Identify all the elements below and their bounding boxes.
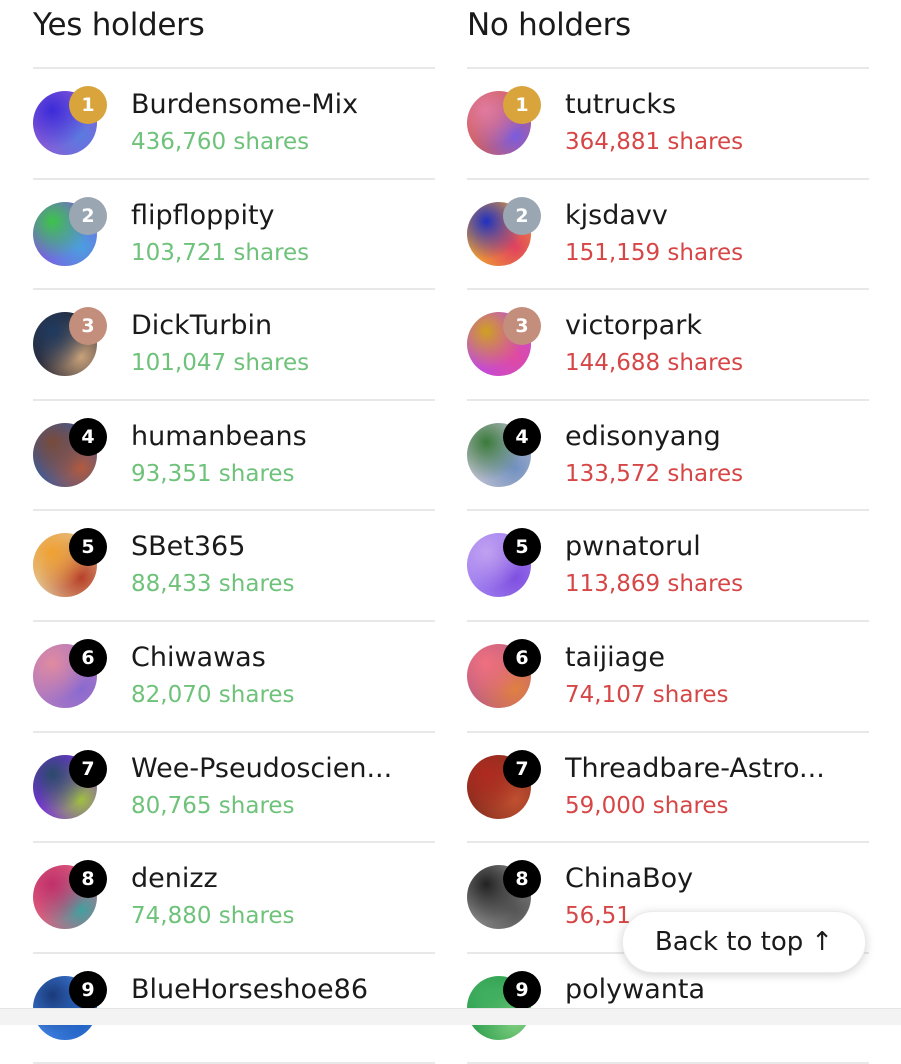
holder-row[interactable]: 2 kjsdavv 151,159 shares [467,180,869,291]
yes-holders-list: 1 Burdensome-Mix 436,760 shares 2 flipfloppi… [33,69,435,1064]
holder-row[interactable]: 7 Wee-Pseudoscien... 80,765 shares [33,733,435,844]
holder-name[interactable]: ChinaBoy [565,863,693,894]
holder-name[interactable]: DickTurbin [131,310,272,341]
holder-name[interactable]: Wee-Pseudoscien... [131,753,392,784]
back-to-top-button[interactable]: Back to top ↑ [622,911,866,973]
rank-badge: 9 [69,970,107,1009]
holder-shares: 74,107 shares [565,681,729,708]
holder-row[interactable]: 5 SBet365 88,433 shares [33,511,435,622]
holder-row[interactable]: 3 DickTurbin 101,047 shares [33,290,435,401]
holder-name[interactable]: humanbeans [131,421,307,452]
rank-badge: 2 [69,196,107,235]
holder-name[interactable]: SBet365 [131,531,245,562]
holder-shares: 93,351 shares [131,460,295,487]
no-holders-title: No holders [467,0,869,69]
rank-badge: 9 [503,970,541,1009]
holder-shares: 74,880 shares [131,903,295,930]
holder-row[interactable]: 5 pwnatorul 113,869 shares [467,511,869,622]
rank-badge: 3 [69,307,107,346]
holder-name[interactable]: taijiage [565,642,665,673]
holder-shares: 88,433 shares [131,571,295,598]
holder-row[interactable]: 8 denizz 74,880 shares [33,843,435,954]
holder-shares: 113,869 shares [565,571,744,598]
holder-name[interactable]: edisonyang [565,421,721,452]
holder-name[interactable]: Chiwawas [131,642,266,673]
rank-badge: 1 [503,86,541,124]
holder-row[interactable]: 1 Burdensome-Mix 436,760 shares [33,69,435,180]
bottom-sheet-edge [0,1008,901,1025]
yes-holders-title: Yes holders [33,0,435,69]
rank-badge: 8 [69,860,107,899]
yes-holders-column: Yes holders 1 Burdensome-Mix 436,760 share… [33,0,435,1064]
rank-badge: 5 [69,528,107,567]
no-holders-column: No holders 1 tutrucks 364,881 shares 2 kjsda… [467,0,869,1064]
rank-badge: 5 [503,528,541,567]
rank-badge: 1 [69,86,107,124]
rank-badge: 7 [503,749,541,788]
rank-badge: 8 [503,860,541,899]
holder-shares: 151,159 shares [565,239,744,266]
holder-shares: 133,572 shares [565,460,744,487]
holder-shares: 144,688 shares [565,350,744,377]
holder-name[interactable]: BlueHorseshoe86 [131,974,368,1005]
rank-badge: 4 [503,417,541,456]
holder-name[interactable]: Threadbare-Astro... [565,753,825,784]
arrow-up-icon: ↑ [811,927,834,957]
holder-shares: 436,760 shares [131,129,310,155]
holder-name[interactable]: polywanta [565,974,705,1005]
holder-shares: 364,881 shares [565,129,744,155]
holder-shares: 59,000 shares [565,792,729,819]
holder-shares: 82,070 shares [131,681,295,708]
rank-badge: 3 [503,307,541,346]
holder-row[interactable]: 7 Threadbare-Astro... 59,000 shares [467,733,869,844]
holder-row[interactable]: 2 flipfloppity 103,721 shares [33,180,435,291]
holder-name[interactable]: kjsdavv [565,200,668,231]
holder-name[interactable]: Burdensome-Mix [131,89,358,120]
holder-row[interactable]: 4 edisonyang 133,572 shares [467,401,869,512]
rank-badge: 6 [503,638,541,677]
holder-shares: 56,51 [565,903,631,930]
holder-name[interactable]: victorpark [565,310,702,341]
holder-name[interactable]: tutrucks [565,89,676,120]
holder-shares: 103,721 shares [131,239,310,266]
holder-row[interactable]: 6 taijiage 74,107 shares [467,622,869,733]
holder-row[interactable]: 6 Chiwawas 82,070 shares [33,622,435,733]
holder-shares: 101,047 shares [131,350,310,377]
holder-name[interactable]: pwnatorul [565,531,701,562]
holder-row[interactable]: 3 victorpark 144,688 shares [467,290,869,401]
back-to-top-label: Back to top [654,927,804,957]
holder-row[interactable]: 4 humanbeans 93,351 shares [33,401,435,512]
holder-name[interactable]: flipfloppity [131,200,275,231]
rank-badge: 6 [69,638,107,677]
rank-badge: 2 [503,196,541,235]
rank-badge: 4 [69,417,107,456]
rank-badge: 7 [69,749,107,788]
holder-shares: 80,765 shares [131,792,295,819]
holder-name[interactable]: denizz [131,863,218,894]
holder-row[interactable]: 1 tutrucks 364,881 shares [467,69,869,180]
